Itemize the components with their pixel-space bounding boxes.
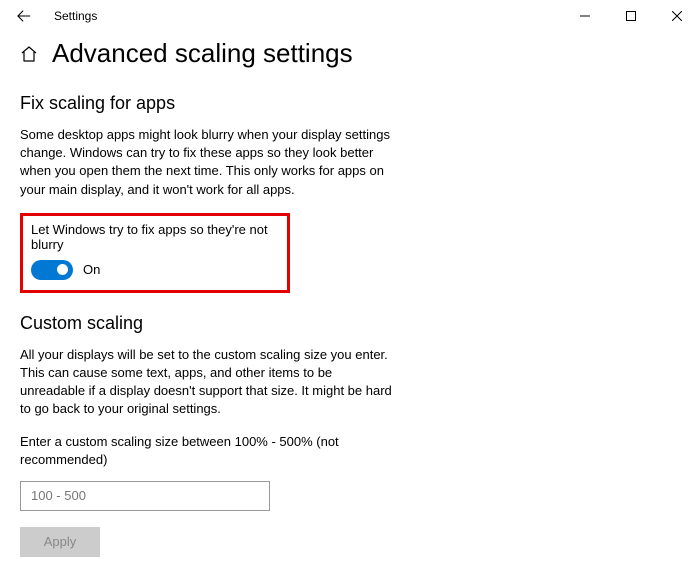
- fix-scaling-description: Some desktop apps might look blurry when…: [20, 126, 400, 199]
- custom-scaling-description: All your displays will be set to the cus…: [20, 346, 400, 419]
- maximize-icon: [626, 11, 636, 21]
- home-icon: [20, 45, 38, 63]
- toggle-knob: [57, 264, 68, 275]
- minimize-button[interactable]: [562, 0, 608, 32]
- custom-scaling-section: Custom scaling All your displays will be…: [20, 313, 680, 557]
- home-button[interactable]: [20, 45, 38, 63]
- titlebar: Settings: [0, 0, 700, 32]
- toggle-state-text: On: [83, 262, 100, 277]
- maximize-button[interactable]: [608, 0, 654, 32]
- close-icon: [672, 11, 682, 21]
- scale-input[interactable]: [20, 481, 270, 511]
- highlighted-toggle-area: Let Windows try to fix apps so they're n…: [20, 213, 290, 293]
- custom-scaling-heading: Custom scaling: [20, 313, 680, 334]
- blurry-fix-toggle[interactable]: [31, 260, 73, 280]
- app-title: Settings: [54, 9, 97, 23]
- close-button[interactable]: [654, 0, 700, 32]
- arrow-left-icon: [17, 9, 31, 23]
- content-area: Advanced scaling settings Fix scaling fo…: [0, 32, 700, 577]
- back-button[interactable]: [8, 0, 40, 32]
- toggle-row: On: [31, 260, 279, 280]
- page-title: Advanced scaling settings: [52, 38, 353, 69]
- minimize-icon: [580, 11, 590, 21]
- fix-scaling-heading: Fix scaling for apps: [20, 93, 680, 114]
- scale-input-label: Enter a custom scaling size between 100%…: [20, 433, 380, 469]
- blurry-fix-toggle-label: Let Windows try to fix apps so they're n…: [31, 222, 279, 252]
- page-header: Advanced scaling settings: [20, 38, 680, 69]
- apply-button[interactable]: Apply: [20, 527, 100, 557]
- window-controls: [562, 0, 700, 32]
